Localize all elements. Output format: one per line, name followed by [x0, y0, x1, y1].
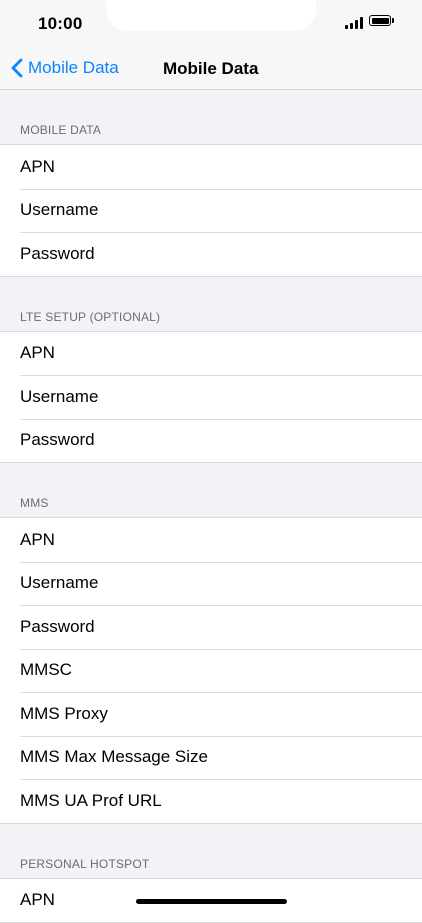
- field-label: MMS UA Prof URL: [20, 791, 162, 811]
- battery-tip: [392, 18, 394, 23]
- settings-field-row[interactable]: APN: [0, 145, 422, 189]
- battery-icon: [369, 15, 391, 26]
- field-label: Password: [20, 244, 95, 264]
- settings-group: APN Username Password: [0, 331, 422, 464]
- page-title: Mobile Data: [163, 59, 258, 79]
- settings-field-row[interactable]: Password: [0, 419, 422, 463]
- settings-group: APN Username Password: [0, 144, 422, 277]
- cellular-signal-icon: [345, 17, 363, 29]
- status-bar: 10:00: [0, 0, 422, 47]
- settings-group: APN Username Password MMSC MMS Proxy MMS Max …: [0, 517, 422, 824]
- navigation-bar: Mobile Data Mobile Data: [0, 47, 422, 90]
- section-header: MMS: [0, 463, 422, 517]
- status-time: 10:00: [38, 14, 82, 34]
- field-label: Password: [20, 430, 95, 450]
- section-header: MOBILE DATA: [0, 90, 422, 144]
- section-header: PERSONAL HOTSPOT: [0, 824, 422, 878]
- field-label: Password: [20, 617, 95, 637]
- section-header: LTE SETUP (OPTIONAL): [0, 277, 422, 331]
- back-button-label: Mobile Data: [28, 58, 119, 78]
- home-indicator[interactable]: [136, 899, 287, 904]
- settings-field-row[interactable]: MMS Proxy: [0, 692, 422, 736]
- field-label: Username: [20, 573, 98, 593]
- field-label: MMS Max Message Size: [20, 747, 208, 767]
- field-label: MMS Proxy: [20, 704, 108, 724]
- back-button[interactable]: Mobile Data: [10, 55, 119, 81]
- settings-field-row[interactable]: APN: [0, 332, 422, 376]
- settings-field-row[interactable]: Password: [0, 605, 422, 649]
- field-label: APN: [20, 530, 55, 550]
- settings-field-row[interactable]: Username: [0, 189, 422, 233]
- notch: [106, 0, 316, 31]
- settings-field-row[interactable]: APN: [0, 518, 422, 562]
- field-label: APN: [20, 157, 55, 177]
- chevron-left-icon: [10, 58, 24, 78]
- field-label: Username: [20, 387, 98, 407]
- field-label: MMSC: [20, 660, 72, 680]
- settings-field-row[interactable]: MMSC: [0, 649, 422, 693]
- settings-field-row[interactable]: Username: [0, 562, 422, 606]
- settings-field-row[interactable]: MMS Max Message Size: [0, 736, 422, 780]
- settings-field-row[interactable]: MMS UA Prof URL: [0, 779, 422, 823]
- settings-field-row[interactable]: Password: [0, 232, 422, 276]
- field-label: APN: [20, 890, 55, 910]
- settings-list: MOBILE DATA APN Username Password LTE SETUP …: [0, 90, 422, 923]
- settings-field-row[interactable]: Username: [0, 375, 422, 419]
- field-label: Username: [20, 200, 98, 220]
- field-label: APN: [20, 343, 55, 363]
